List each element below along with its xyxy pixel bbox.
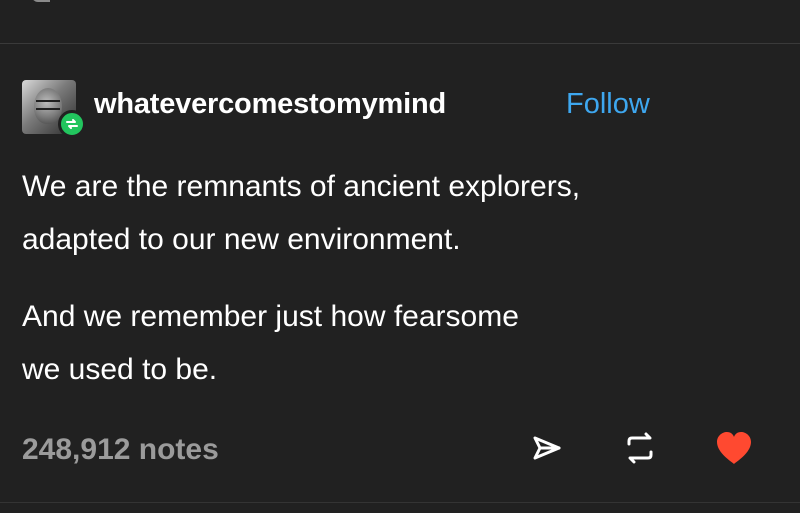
heart-icon [713, 429, 755, 472]
reblog-button[interactable] [618, 428, 662, 472]
follow-button[interactable]: Follow [566, 88, 650, 121]
share-icon [531, 433, 565, 468]
avatar-glasses [36, 100, 60, 110]
post-paragraph: We are the remnants of ancient explorers… [22, 160, 762, 266]
like-button[interactable] [712, 428, 756, 472]
post-header: whatevercomestomymind Follow [22, 80, 782, 138]
post-text-line: And we remember just how fearsome [22, 300, 519, 333]
post-paragraph: And we remember just how fearsome we use… [22, 290, 762, 396]
reblog-icon [621, 431, 659, 470]
notes-count[interactable]: 248,912 notes [22, 433, 219, 467]
share-button[interactable] [526, 428, 570, 472]
post-text-line: adapted to our new environment. [22, 223, 461, 256]
previous-post-fragment [32, 0, 50, 2]
post-text-line: we used to be. [22, 353, 218, 386]
post-footer: 248,912 notes [22, 428, 778, 472]
post-body: We are the remnants of ancient explorers… [22, 160, 762, 420]
reblog-badge-icon [58, 110, 86, 138]
bottom-divider [0, 502, 800, 503]
username-link[interactable]: whatevercomestomymind [94, 88, 446, 121]
post-text-line: We are the remnants of ancient explorers… [22, 170, 581, 203]
post-card: whatevercomestomymind Follow We are the … [0, 44, 800, 502]
